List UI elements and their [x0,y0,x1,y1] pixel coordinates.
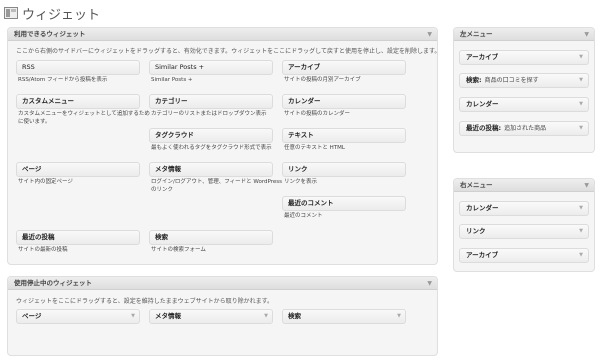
triangle-down-icon[interactable]: ▼ [579,122,583,135]
widget-desc: サイトの検索フォーム [151,247,206,253]
page-header: ウィジェット [4,3,100,23]
triangle-down-icon[interactable]: ▼ [579,202,583,215]
widget-category[interactable]: カテゴリー [149,94,273,109]
widget-meta[interactable]: メタ情報 [149,162,273,177]
widget-label: タグクラウド [155,131,194,139]
widget-label: アーカイブ [466,251,499,259]
sidebar-widget-search[interactable]: 検索: 商品の口コミを探す ▼ [459,73,589,88]
inactive-widgets-header[interactable]: 使用停止中のウィジェット ▼ [8,277,437,290]
triangle-down-icon[interactable]: ▼ [264,310,268,323]
triangle-down-icon[interactable]: ▼ [579,225,583,238]
widget-label: RSS [22,63,35,71]
widget-label: カレンダー [288,97,321,105]
sidebar-widget-archive[interactable]: アーカイブ ▼ [459,248,589,263]
widget-desc: RSS/Atom フィードから投稿を表示 [18,77,108,83]
widget-label: カテゴリー [155,97,188,105]
widget-desc: 最もよく使われるタグをタグクラウド形式で表示 [151,145,272,151]
widget-calendar[interactable]: カレンダー [282,94,406,109]
widget-label: メタ情報 [155,165,181,173]
widget-label: 最近の投稿: [466,124,502,132]
widget-desc: 最近のコメント [284,213,323,219]
inactive-widget-meta[interactable]: メタ情報 ▼ [149,309,273,324]
triangle-down-icon[interactable]: ▼ [579,51,583,64]
inactive-widgets-title: 使用停止中のウィジェット [14,279,92,287]
widget-tag-cloud[interactable]: タグクラウド [149,128,273,143]
sidebar-widget-calendar[interactable]: カレンダー ▼ [459,97,589,112]
widget-label: Similar Posts + [155,63,205,71]
widget-label: カレンダー [466,100,499,108]
sidebar-widget-calendar[interactable]: カレンダー ▼ [459,201,589,216]
widget-desc: サイトの最新の投稿 [18,247,68,253]
left-menu-sidebar: 左メニュー ▼ アーカイブ ▼ 検索: 商品の口コミを探す ▼ カレンダー ▼ 最近の投… [453,27,595,153]
widget-label: カスタムメニュー [22,97,74,105]
widget-label: メタ情報 [155,312,181,320]
widget-label: アーカイブ [288,63,321,71]
widget-desc: リンクを表示 [284,179,318,185]
widget-label: アーカイブ [466,53,499,61]
widget-label: カレンダー [466,204,499,212]
widget-rss[interactable]: RSS [16,60,140,75]
widget-pages[interactable]: ページ [16,162,140,177]
sidebar-widget-links[interactable]: リンク ▼ [459,224,589,239]
triangle-down-icon[interactable]: ▼ [427,277,432,290]
widget-similar-posts[interactable]: Similar Posts + [149,60,273,75]
widget-label: テキスト [288,131,314,139]
right-menu-title: 右メニュー [460,181,493,189]
inactive-widget-search[interactable]: 検索 ▼ [282,309,406,324]
triangle-down-icon[interactable]: ▼ [131,310,135,323]
widget-archive[interactable]: アーカイブ [282,60,406,75]
available-widgets-panel: 利用できるウィジェット ▼ ここから右側のサイドバーにウィジェットをドラッグする… [7,27,441,265]
widget-sublabel: 追加された商品 [504,125,547,132]
widget-search[interactable]: 検索 [149,230,273,245]
triangle-down-icon[interactable]: ▼ [579,74,583,87]
inactive-widget-pages[interactable]: ページ ▼ [16,309,140,324]
widgets-screen-icon [4,7,18,19]
widget-desc: サイトの投稿の月別アーカイブ [284,77,361,83]
widget-label: リンク [466,227,486,235]
widget-desc: に使います。 [18,119,51,125]
widget-label: 最近の投稿 [22,233,55,241]
triangle-down-icon[interactable]: ▼ [579,98,583,111]
widget-label: ページ [22,312,42,320]
widget-desc: のリンク [151,187,174,193]
widget-desc: サイト内の固定ページ [18,179,73,185]
widget-label: 検索 [288,312,301,320]
triangle-down-icon[interactable]: ▼ [584,28,589,41]
sidebar-widget-archive[interactable]: アーカイブ ▼ [459,50,589,65]
widget-recent-posts[interactable]: 最近の投稿 [16,230,140,245]
widget-links[interactable]: リンク [282,162,406,177]
left-menu-header[interactable]: 左メニュー ▼ [454,28,594,41]
triangle-down-icon[interactable]: ▼ [584,179,589,192]
available-widgets-header[interactable]: 利用できるウィジェット ▼ [8,28,437,41]
widget-custom-menu[interactable]: カスタムメニュー [16,94,140,109]
widget-label: 検索 [155,233,168,241]
widget-desc: ログイン/ログアウト、管理、フィードと WordPress [151,179,282,185]
widget-label: リンク [288,165,308,173]
page-title: ウィジェット [22,7,101,23]
inactive-widgets-description: ウィジェットをここにドラッグすると、設定を維持したままウェブサイトから取り除かれ… [16,298,273,305]
widget-sublabel: 商品の口コミを探す [484,77,539,84]
widget-recent-comments[interactable]: 最近のコメント [282,196,406,211]
triangle-down-icon[interactable]: ▼ [579,249,583,262]
widget-desc: カスタムメニューをウィジェットとして追加するため [18,111,150,117]
widget-label: 検索: [466,76,482,84]
widget-desc: Similar Posts + [151,77,193,83]
left-menu-title: 左メニュー [460,30,493,38]
triangle-down-icon[interactable]: ▼ [427,28,432,41]
widget-text[interactable]: テキスト [282,128,406,143]
available-widgets-title: 利用できるウィジェット [14,30,86,38]
widget-desc: サイトの投稿のカレンダー [284,111,351,117]
sidebar-widget-recent-posts[interactable]: 最近の投稿: 追加された商品 ▼ [459,121,589,136]
inactive-widgets-panel: 使用停止中のウィジェット ▼ ウィジェットをここにドラッグすると、設定を維持した… [7,276,438,356]
widget-desc: カテゴリーのリストまたはドロップダウン表示 [151,111,267,117]
right-menu-sidebar: 右メニュー ▼ カレンダー ▼ リンク ▼ アーカイブ ▼ [453,178,595,272]
triangle-down-icon[interactable]: ▼ [397,310,401,323]
available-widgets-description: ここから右側のサイドバーにウィジェットをドラッグすると、有効化できます。ウィジェ… [16,48,441,55]
widget-desc: 任意のテキストと HTML [284,145,345,151]
widget-label: 最近のコメント [288,199,334,207]
widget-label: ページ [22,165,42,173]
right-menu-header[interactable]: 右メニュー ▼ [454,179,594,192]
